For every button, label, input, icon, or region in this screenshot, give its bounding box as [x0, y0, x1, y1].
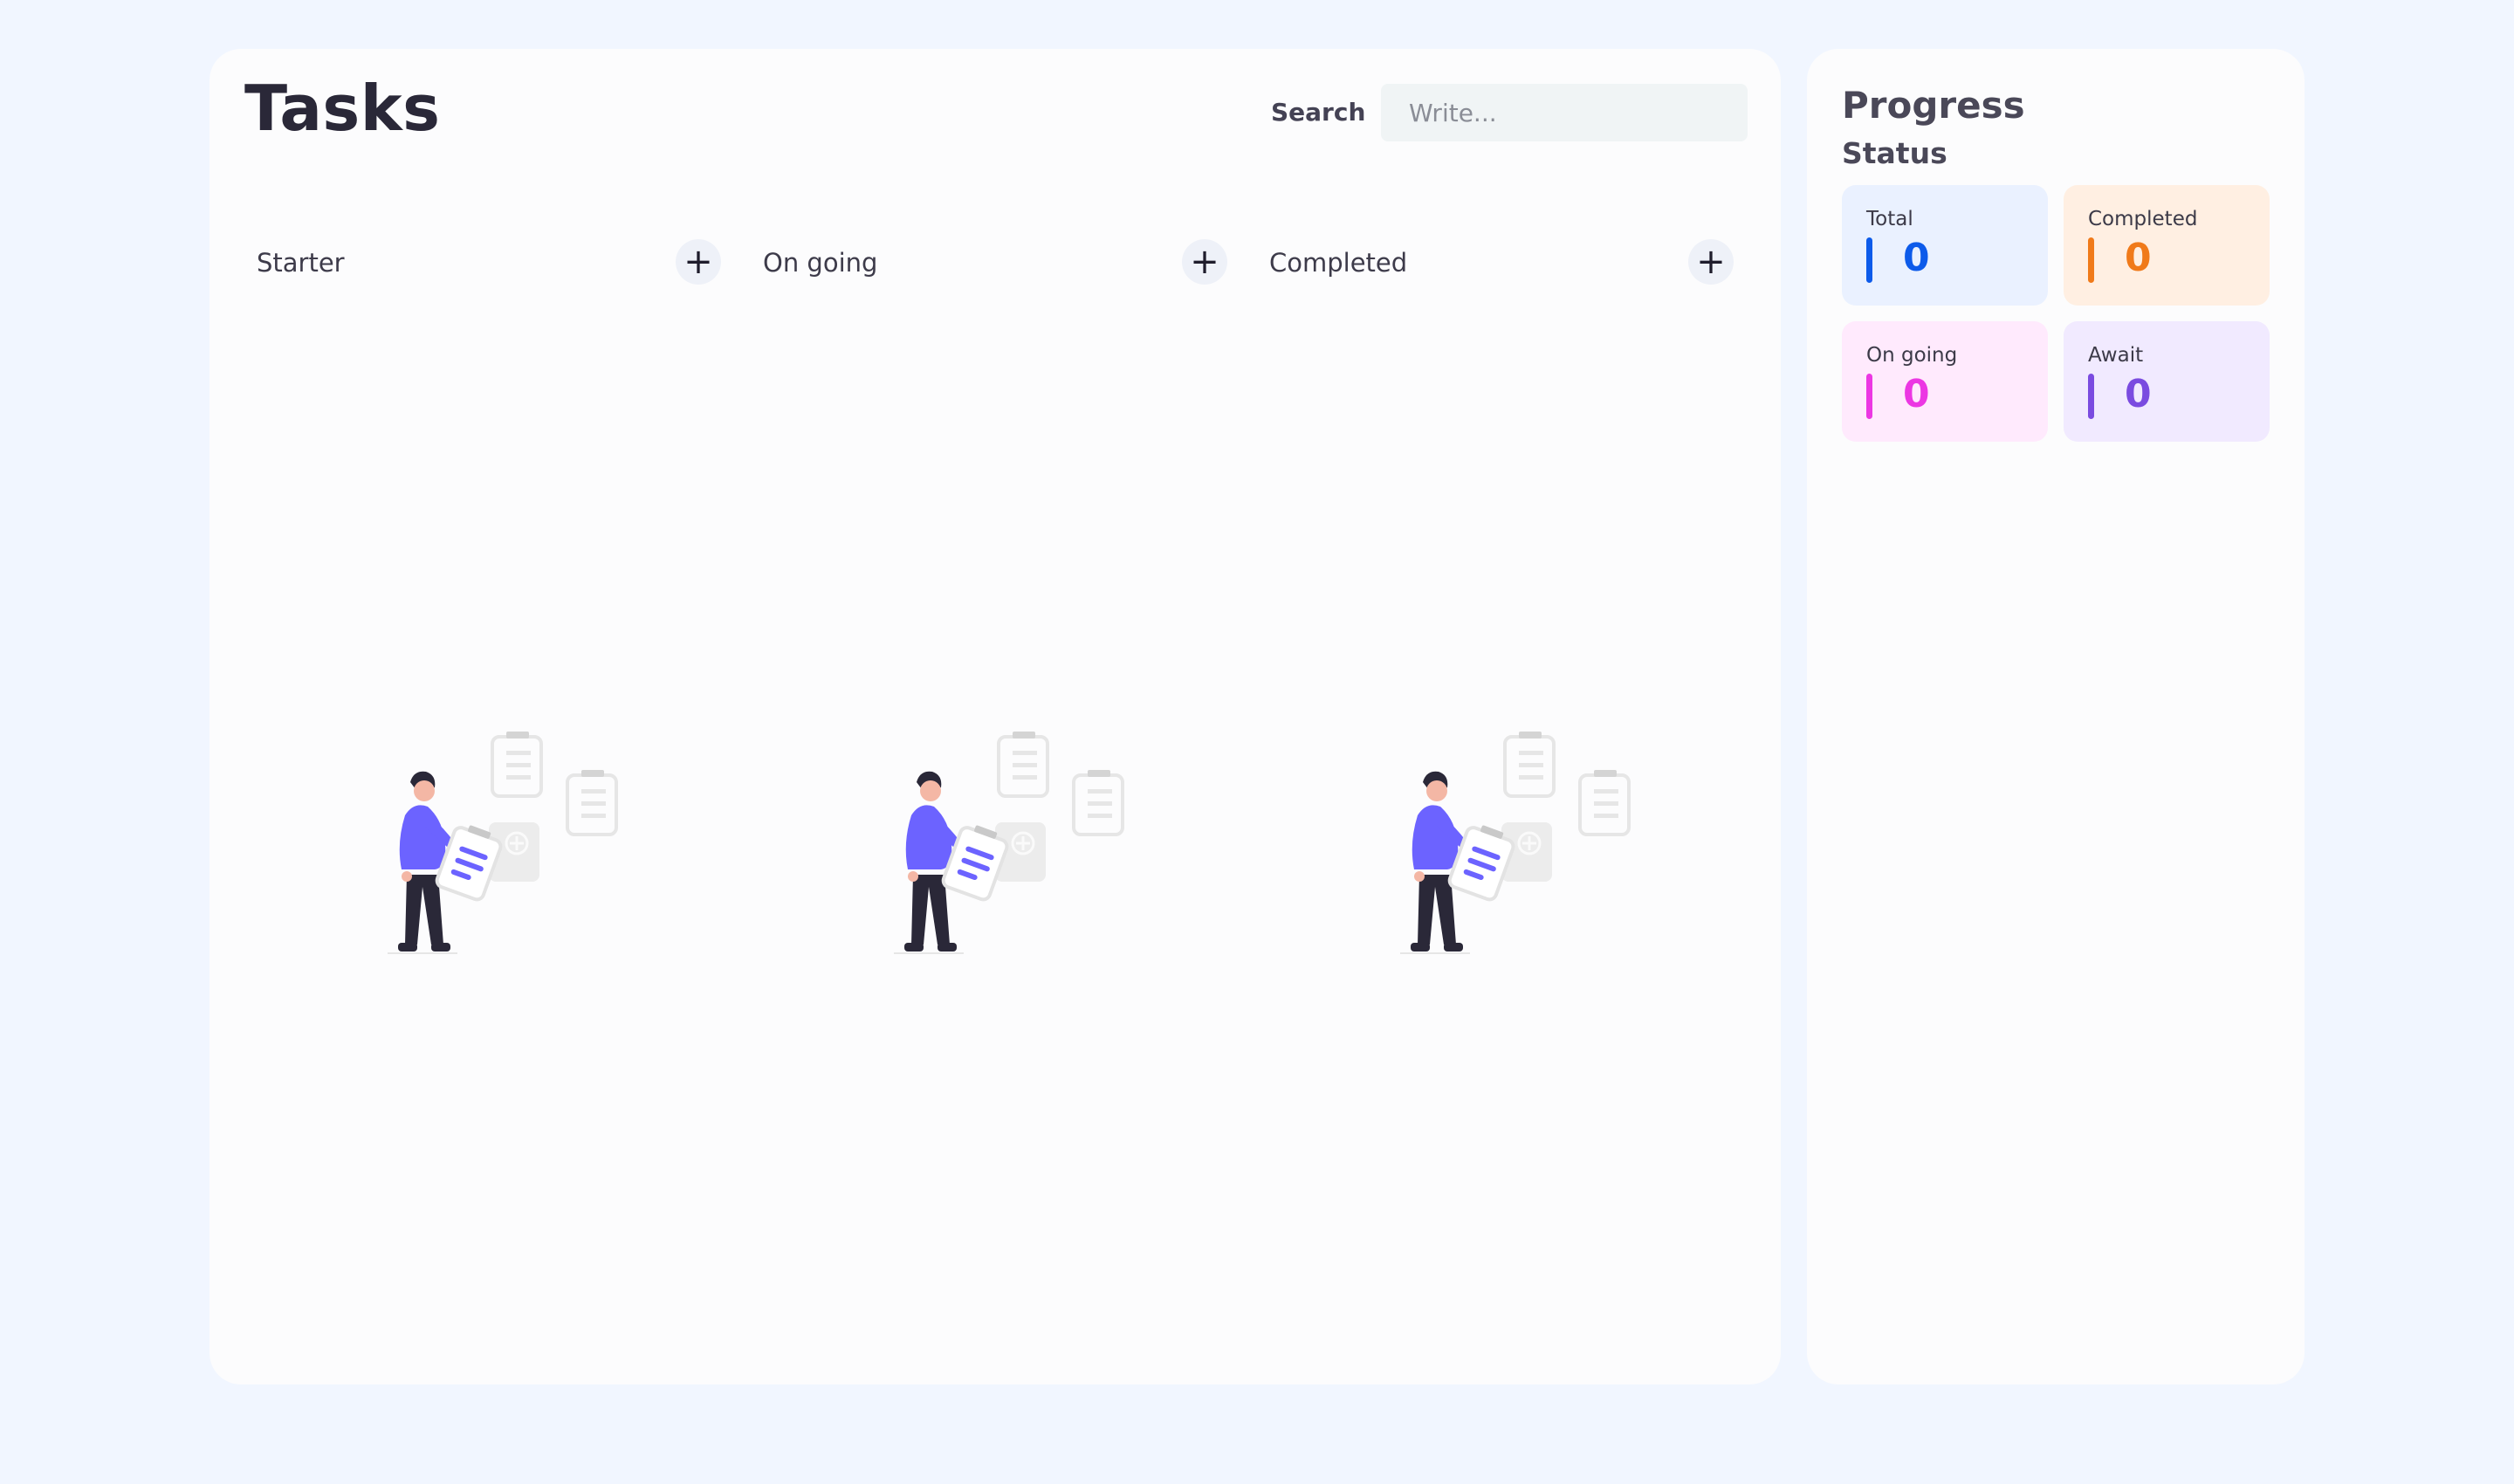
add-task-button-ongoing[interactable]: + [1182, 239, 1227, 285]
progress-title: Progress [1842, 84, 2025, 127]
empty-state-illustration [868, 721, 1130, 983]
search-input[interactable] [1381, 84, 1748, 141]
status-title: Status [1842, 136, 1947, 170]
status-card-label: On going [1866, 344, 1958, 367]
person-holding-clipboard-icon [388, 732, 618, 954]
status-card-total: Total 0 [1842, 185, 2048, 306]
column-starter: Starter + [257, 189, 728, 1323]
empty-state-illustration [1374, 721, 1636, 983]
tasks-panel: Tasks Search Starter + [210, 49, 1781, 1384]
column-title-starter: Starter [257, 248, 345, 278]
status-card-value: 0 [2125, 236, 2152, 280]
add-task-button-starter[interactable]: + [676, 239, 721, 285]
status-card-bar [2088, 237, 2094, 283]
column-ongoing: On going + [763, 189, 1234, 1323]
search-label: Search [1271, 98, 1366, 127]
status-card-label: Await [2088, 344, 2144, 367]
column-title-ongoing: On going [763, 248, 878, 278]
person-holding-clipboard-icon [1400, 732, 1631, 954]
status-card-value: 0 [1903, 372, 1930, 416]
status-card-bar [1866, 237, 1872, 283]
status-card-ongoing: On going 0 [1842, 321, 2048, 442]
progress-panel: Progress Status Total 0 Completed 0 On g… [1807, 49, 2304, 1384]
status-card-label: Total [1866, 208, 1913, 230]
empty-state-illustration [361, 721, 623, 983]
add-task-button-completed[interactable]: + [1688, 239, 1734, 285]
page-title: Tasks [244, 72, 441, 145]
status-card-bar [1866, 374, 1872, 419]
status-card-label: Completed [2088, 208, 2198, 230]
status-card-bar [2088, 374, 2094, 419]
column-completed: Completed + [1269, 189, 1741, 1323]
status-card-await: Await 0 [2064, 321, 2270, 442]
status-card-value: 0 [1903, 236, 1930, 280]
column-title-completed: Completed [1269, 248, 1408, 278]
status-card-completed: Completed 0 [2064, 185, 2270, 306]
person-holding-clipboard-icon [894, 732, 1124, 954]
status-card-value: 0 [2125, 372, 2152, 416]
